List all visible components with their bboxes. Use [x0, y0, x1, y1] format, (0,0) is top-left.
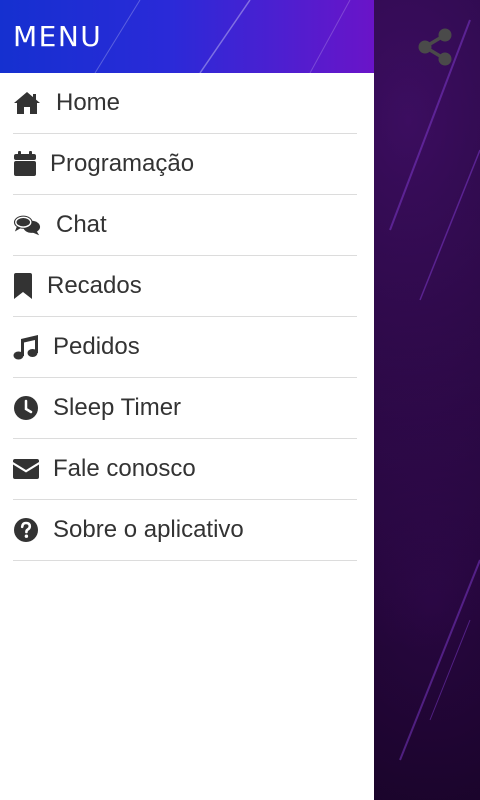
- music-note-icon: [13, 333, 41, 361]
- menu-item-recados[interactable]: Recados: [13, 256, 357, 317]
- chat-icon: [13, 211, 41, 239]
- menu-item-label: Pedidos: [53, 333, 140, 360]
- menu-item-label: Chat: [56, 211, 107, 238]
- menu-item-label: Home: [56, 89, 121, 116]
- clock-icon: [13, 394, 41, 422]
- envelope-icon: [13, 455, 41, 483]
- home-icon: [13, 89, 41, 117]
- menu-item-label: Programação: [50, 150, 195, 177]
- share-icon: [418, 28, 452, 66]
- menu-item-programacao[interactable]: Programação: [13, 134, 357, 195]
- menu-item-home[interactable]: Home: [13, 73, 357, 134]
- drawer-title: MENU: [13, 20, 103, 53]
- menu-item-label: Sleep Timer: [53, 394, 182, 421]
- bookmark-icon: [13, 272, 41, 300]
- app-screen: MENU Home Programação Chat Recados Pedid…: [0, 0, 480, 800]
- menu-item-label: Sobre o aplicativo: [53, 516, 244, 543]
- calendar-icon: [13, 150, 41, 178]
- menu-item-label: Recados: [47, 272, 142, 299]
- menu-item-fale-conosco[interactable]: Fale conosco: [13, 439, 357, 500]
- share-button[interactable]: [412, 24, 458, 70]
- navigation-drawer: MENU Home Programação Chat Recados Pedid…: [0, 0, 374, 800]
- menu-item-chat[interactable]: Chat: [13, 195, 357, 256]
- menu-item-sleep-timer[interactable]: Sleep Timer: [13, 378, 357, 439]
- menu-item-pedidos[interactable]: Pedidos: [13, 317, 357, 378]
- drawer-header: MENU: [0, 0, 374, 73]
- menu-item-sobre-o-aplicativo[interactable]: Sobre o aplicativo: [13, 500, 357, 561]
- menu-list: Home Programação Chat Recados Pedidos Sl…: [0, 73, 374, 561]
- menu-item-label: Fale conosco: [53, 455, 196, 482]
- question-circle-icon: [13, 516, 41, 544]
